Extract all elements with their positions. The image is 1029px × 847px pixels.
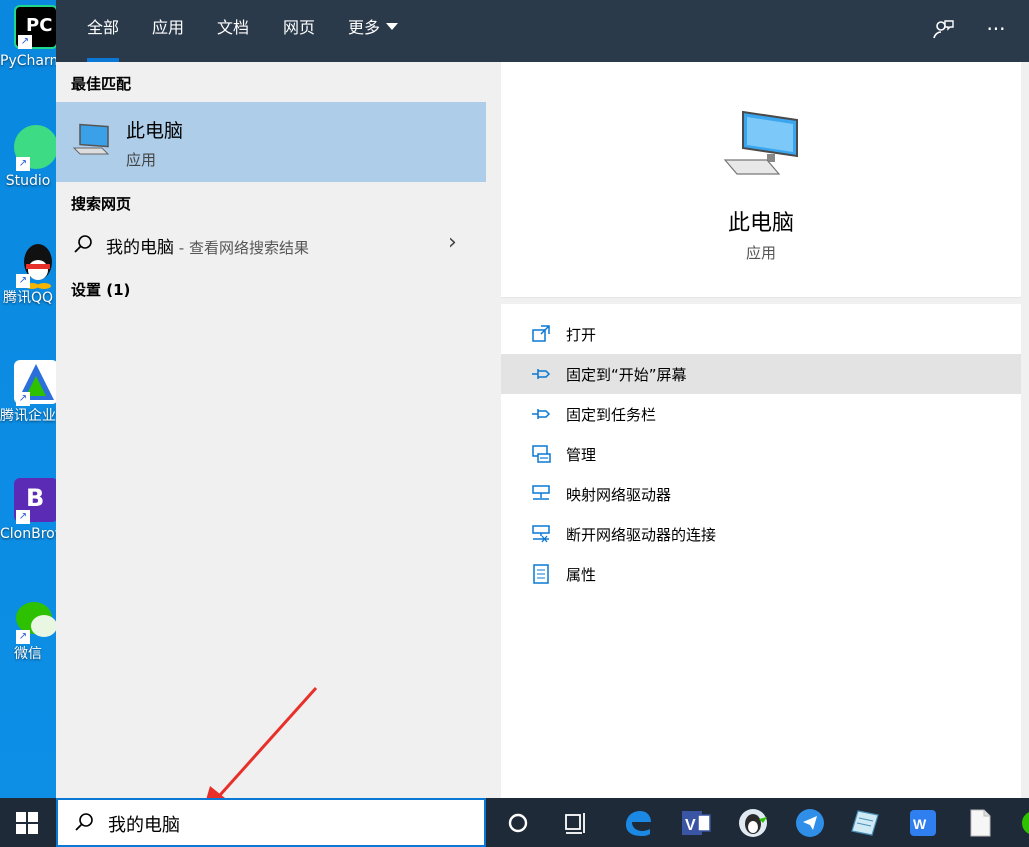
pycharm-icon: PC ↗	[14, 5, 58, 49]
taskbar: 我的电脑 V W	[0, 798, 1029, 847]
cortana-icon[interactable]	[502, 807, 534, 839]
search-input[interactable]: 我的电脑	[56, 798, 486, 847]
desktop-shortcut-label: 腾讯企业	[0, 408, 56, 424]
chevron-down-icon	[386, 23, 399, 30]
svg-text:V: V	[685, 817, 696, 834]
action-manage[interactable]: 管理	[501, 434, 1021, 474]
desktop-shortcut-label: PyCharm 2019.3	[0, 53, 56, 69]
web-search-item[interactable]: 我的电脑 - 查看网络搜索结果 ›	[56, 224, 486, 264]
penguin-app-icon[interactable]	[737, 807, 769, 839]
properties-icon	[533, 564, 549, 584]
pin-icon	[532, 409, 551, 419]
desktop-shortcut-label: ClonBrowser	[0, 526, 56, 542]
action-properties[interactable]: 属性	[501, 554, 1021, 594]
action-label: 断开网络驱动器的连接	[566, 526, 717, 544]
action-map-network-drive[interactable]: 映射网络驱动器	[501, 474, 1021, 514]
pin-icon	[532, 369, 551, 379]
open-icon	[532, 325, 550, 342]
tencent-enterprise-icon: ↗	[14, 360, 58, 406]
desktop-shortcut-label: 腾讯QQ	[2, 290, 54, 306]
action-label: 打开	[566, 326, 597, 344]
action-pin-to-taskbar[interactable]: 固定到任务栏	[501, 394, 1021, 434]
tab-documents[interactable]: 文档	[217, 0, 249, 62]
wechat-icon: ↗	[14, 598, 58, 644]
web-search-hint: - 查看网络搜索结果	[174, 239, 309, 257]
qq-penguin-icon: ↗	[14, 242, 58, 289]
visio-icon[interactable]: V	[680, 807, 712, 839]
action-open[interactable]: 打开	[501, 314, 1021, 354]
tab-label: 全部	[87, 18, 120, 37]
windows-logo-icon	[16, 812, 38, 834]
manage-icon	[532, 445, 551, 463]
disconnect-network-drive-icon	[532, 525, 550, 543]
svg-text:W: W	[913, 816, 927, 832]
start-button[interactable]	[0, 798, 56, 847]
task-view-icon[interactable]	[560, 807, 592, 839]
search-icon	[74, 235, 92, 253]
tab-label: 网页	[283, 18, 316, 37]
web-search-query: 我的电脑	[106, 238, 174, 258]
settings-heading[interactable]: 设置 (1)	[71, 279, 130, 300]
chevron-right-icon[interactable]: ›	[448, 230, 457, 255]
desktop-shortcut-label: 微信	[14, 646, 42, 662]
action-pin-to-start[interactable]: 固定到“开始”屏幕	[501, 354, 1021, 394]
tab-all[interactable]: 全部	[87, 0, 120, 62]
map-network-drive-icon	[532, 485, 550, 500]
notepad-app-icon[interactable]	[850, 807, 882, 839]
action-label: 固定到任务栏	[566, 406, 657, 424]
search-input-value: 我的电脑	[108, 815, 180, 836]
desktop-shortcut-tencent-enterprise[interactable]: ↗ 腾讯企业	[0, 360, 58, 425]
android-studio-icon: ↗	[14, 125, 58, 171]
feishu-icon[interactable]	[794, 807, 826, 839]
start-search-panel: 全部 应用 文档 网页 更多 ··· 最佳匹配 此电脑 应用 搜索网页 我的电脑…	[56, 0, 1029, 798]
more-options-glyph: ···	[986, 17, 1006, 41]
search-filter-bar: 全部 应用 文档 网页 更多 ···	[56, 0, 1029, 62]
best-match-type: 应用	[126, 151, 157, 169]
tab-label: 文档	[217, 18, 250, 37]
action-label: 映射网络驱动器	[566, 486, 672, 504]
desktop-shortcut-clonbrowser[interactable]: B ↗ ClonBrowser	[0, 478, 58, 543]
computer-icon	[72, 123, 110, 155]
action-label: 固定到“开始”屏幕	[566, 366, 687, 384]
tab-label: 更多	[348, 18, 381, 37]
detail-title: 此电脑	[727, 211, 794, 236]
more-options-icon[interactable]: ···	[981, 14, 1011, 44]
desktop-shortcut-studio[interactable]: ↗ Studio	[0, 125, 58, 190]
action-label: 管理	[566, 446, 597, 464]
search-icon	[75, 813, 93, 831]
clonbrowser-icon: B ↗	[14, 478, 58, 524]
desktop-shortcut-qq[interactable]: ↗ 腾讯QQ	[0, 242, 56, 307]
desktop-shortcut-pycharm[interactable]: PC ↗ PyCharm 2019.3	[0, 5, 58, 70]
feedback-icon[interactable]	[928, 14, 958, 44]
best-match-item[interactable]: 此电脑 应用	[56, 102, 486, 182]
computer-icon	[723, 110, 798, 175]
divider	[501, 298, 1021, 304]
action-disconnect-network-drive[interactable]: 断开网络驱动器的连接	[501, 514, 1021, 554]
best-match-heading: 最佳匹配	[71, 75, 132, 93]
detail-header: 此电脑 应用	[501, 62, 1021, 298]
desktop-shortcut-wechat[interactable]: ↗ 微信	[0, 598, 58, 663]
result-detail-pane: 此电脑 应用 打开 固定到“开始”屏幕 固定到任务栏 管理 映射网络驱动器 断开…	[501, 62, 1021, 798]
desktop-shortcut-label: Studio	[5, 173, 51, 189]
best-match-name: 此电脑	[126, 120, 184, 142]
tab-label: 应用	[152, 18, 185, 37]
tab-apps[interactable]: 应用	[152, 0, 184, 62]
edge-icon[interactable]	[622, 807, 654, 839]
detail-type: 应用	[745, 244, 776, 262]
tab-more[interactable]: 更多	[348, 0, 399, 62]
wechat-tray-icon[interactable]	[1018, 807, 1029, 839]
wps-icon[interactable]: W	[907, 807, 939, 839]
tab-web[interactable]: 网页	[283, 0, 315, 62]
file-icon[interactable]	[964, 807, 996, 839]
action-label: 属性	[566, 566, 597, 584]
web-search-heading: 搜索网页	[71, 195, 132, 213]
